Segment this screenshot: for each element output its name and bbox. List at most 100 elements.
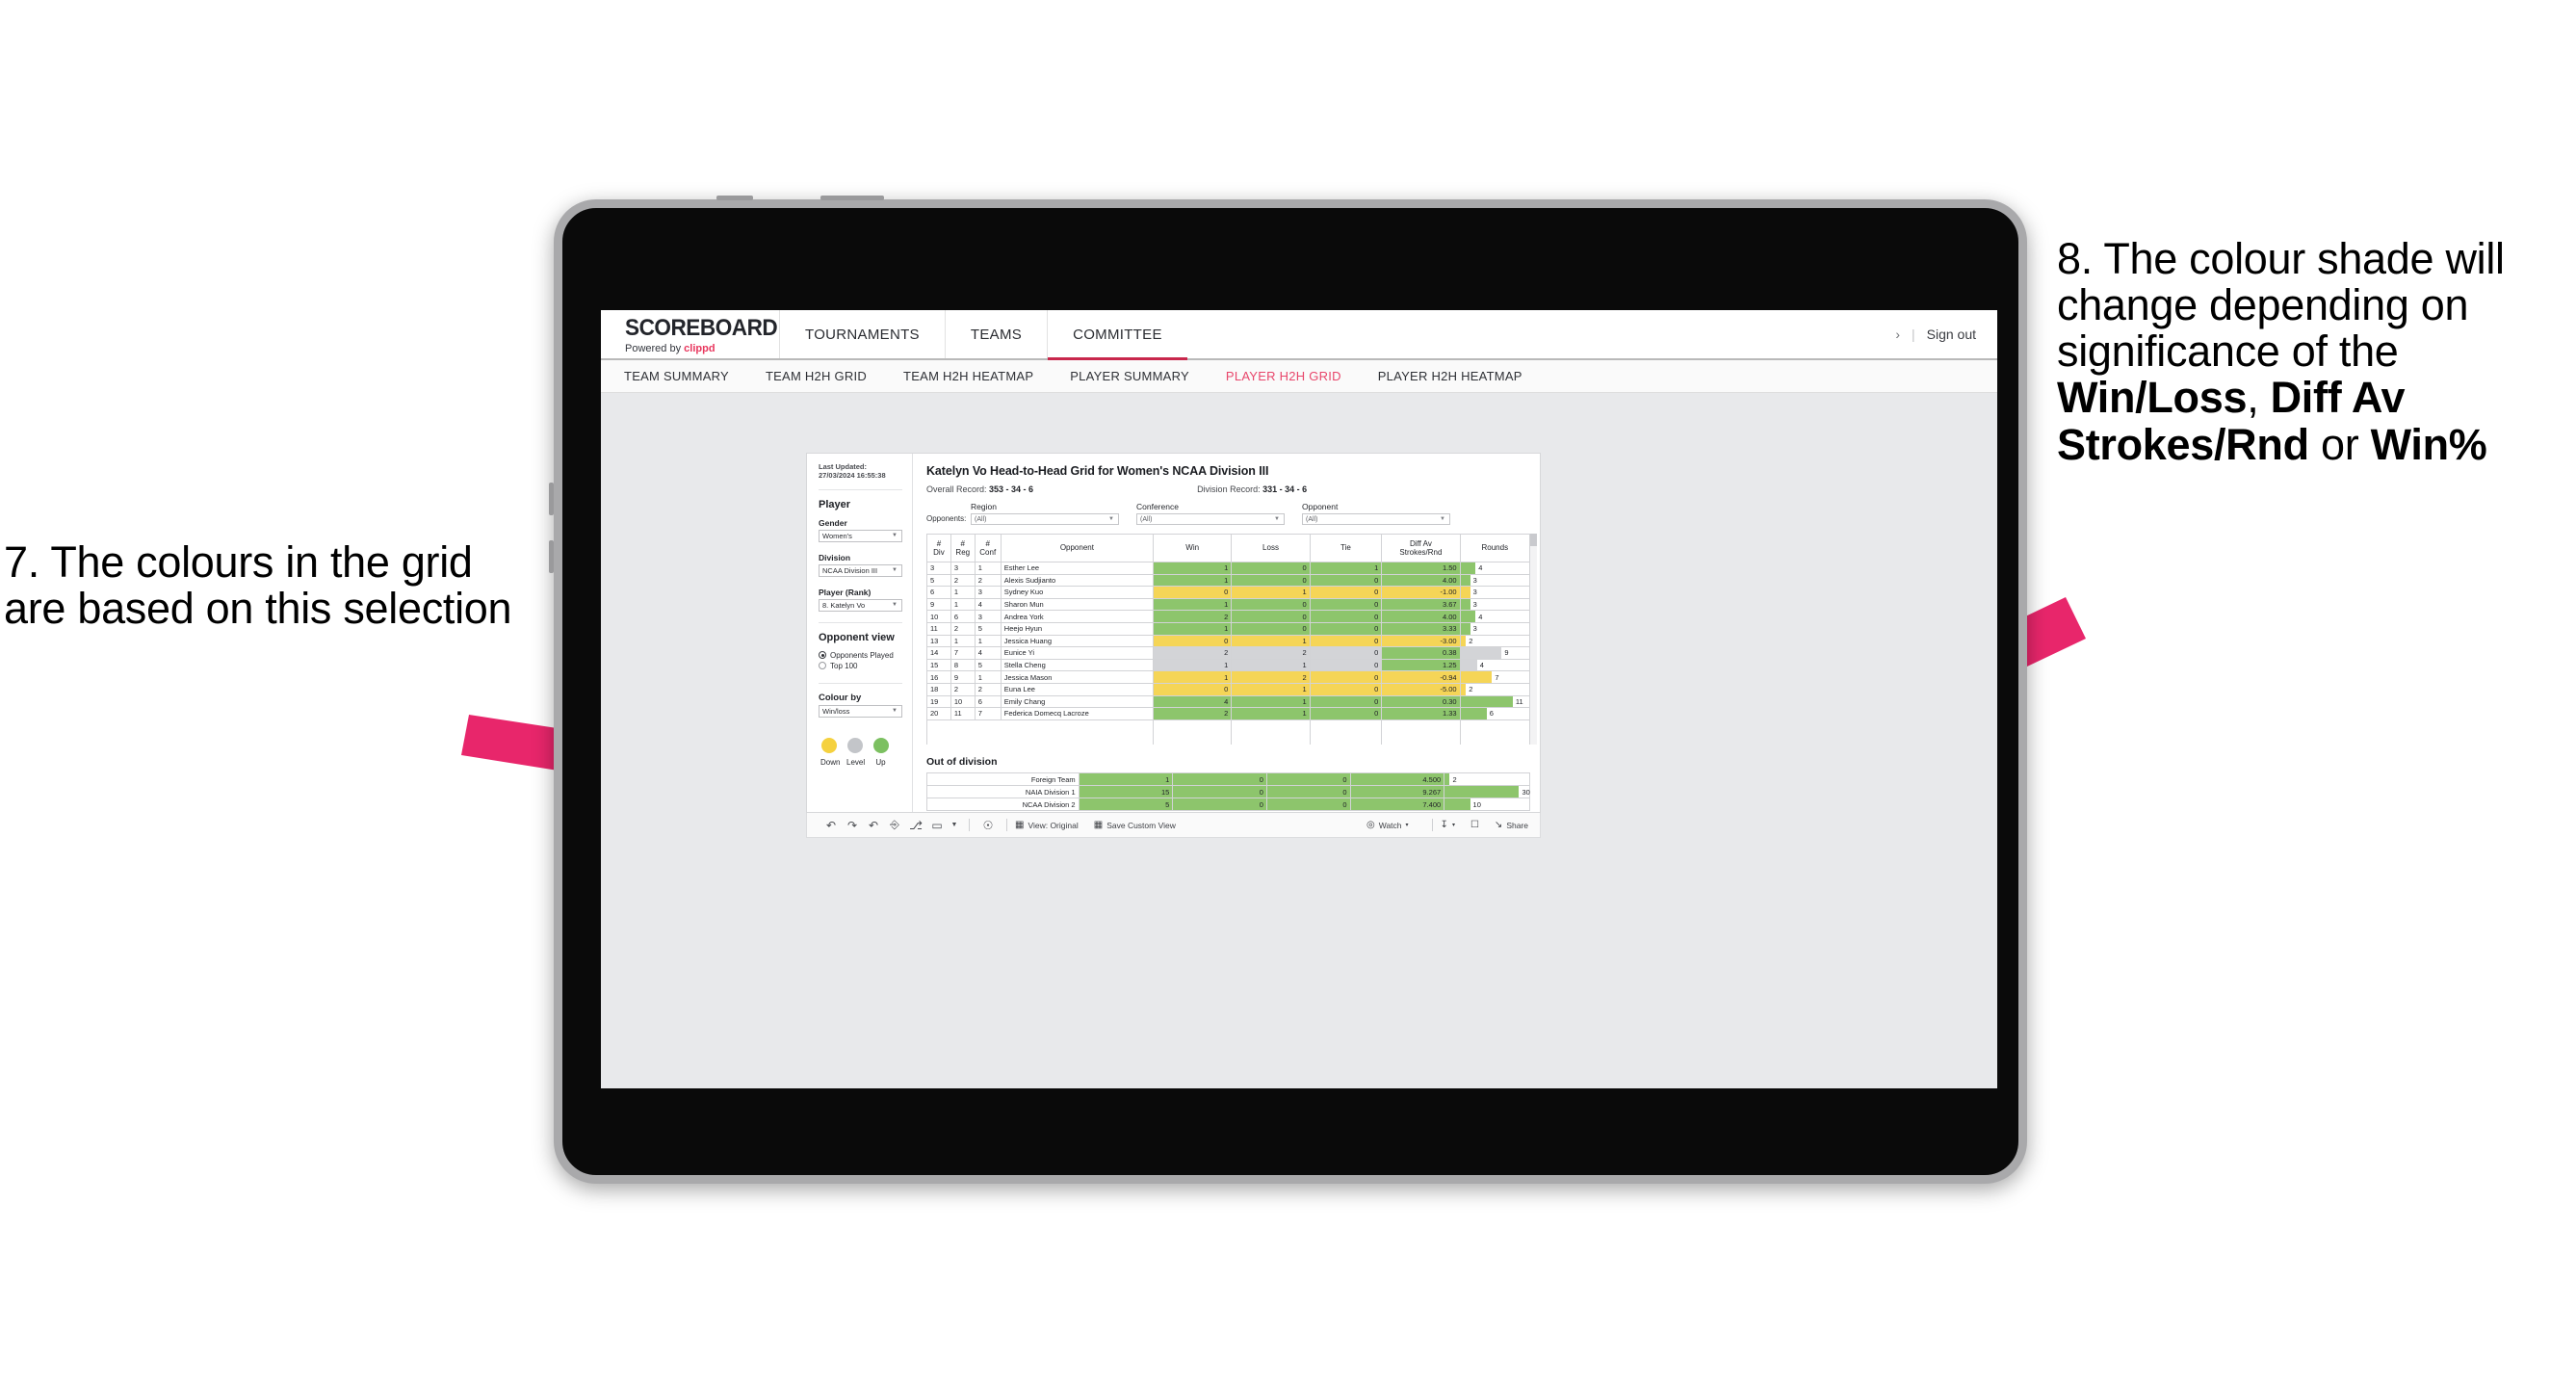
col-win: Win [1152, 534, 1233, 562]
pause-updates-icon[interactable]: ⎇ [905, 819, 926, 832]
redo-icon[interactable]: ↷ [842, 819, 863, 832]
chevron-down-icon[interactable]: ▼ [948, 822, 961, 828]
app-header: SCOREBOARD Powered by clippd TOURNAMENTS… [601, 310, 1997, 360]
cell-opponent: Federica Domecq Lacroze [1000, 707, 1154, 720]
out-of-division-row[interactable]: NAIA Division 1 15 0 0 9.267 30 [926, 785, 1530, 799]
table-scrollbar-track[interactable] [1530, 534, 1537, 745]
cell-div: 11 [926, 621, 951, 636]
cell-conf: 4 [974, 597, 1002, 612]
nav-teams[interactable]: TEAMS [944, 310, 1047, 358]
view-original-button[interactable]: ▦ View: Original [1015, 820, 1079, 830]
table-row[interactable]: 5 2 2 Alexis Sudjianto 1 0 0 4.00 3 [926, 573, 1531, 588]
subnav-player-h2h-heatmap[interactable]: PLAYER H2H HEATMAP [1378, 369, 1522, 383]
region-label: Region [971, 502, 997, 511]
refresh-data-icon[interactable]: ⎆ [884, 818, 905, 832]
fullscreen-button[interactable]: ☐ [1470, 820, 1479, 830]
chevron-down-icon: ▼ [1108, 516, 1114, 522]
cell-win: 0 [1152, 682, 1233, 696]
cell-opponent: Emily Chang [1000, 694, 1154, 709]
chevron-down-icon: ▾ [1405, 823, 1409, 828]
chevron-right-icon[interactable]: › [1895, 327, 1900, 342]
alert-icon[interactable]: ☉ [977, 819, 999, 832]
subnav-team-summary[interactable]: TEAM SUMMARY [624, 369, 729, 383]
table-row[interactable]: 20 11 7 Federica Domecq Lacroze 2 1 0 1.33 6 [926, 707, 1531, 720]
opponent-select[interactable]: (All) ▼ [1302, 513, 1450, 525]
gender-select[interactable]: Women's ▼ [819, 529, 902, 542]
table-row[interactable]: 3 3 1 Esther Lee 1 0 1 1.50 4 [926, 562, 1531, 575]
region-select[interactable]: (All) ▼ [971, 513, 1119, 525]
radio-opponents-played[interactable]: Opponents Played [819, 651, 902, 660]
cell-rounds: 6 [1459, 707, 1531, 720]
chevron-down-icon: ▼ [892, 602, 898, 609]
col-tie: Tie [1309, 534, 1383, 562]
opponent-view-heading: Opponent view [819, 631, 895, 643]
colour-by-select[interactable]: Win/loss ▼ [819, 704, 902, 718]
share-button[interactable]: ↘ Share [1495, 820, 1528, 830]
annotation-bold-winloss: Win/Loss [2057, 373, 2248, 423]
radio-top-100[interactable]: Top 100 [819, 662, 902, 670]
subnav-player-h2h-grid[interactable]: PLAYER H2H GRID [1226, 369, 1341, 383]
annotation-bold-winpct: Win% [2370, 419, 2487, 469]
cell-reg: 11 [950, 707, 976, 720]
cell-loss: 1 [1231, 694, 1311, 709]
table-row[interactable]: 19 10 6 Emily Chang 4 1 0 0.30 11 [926, 694, 1531, 709]
subnav-team-h2h-heatmap[interactable]: TEAM H2H HEATMAP [903, 369, 1033, 383]
cell-rounds: 4 [1459, 610, 1531, 623]
conference-select[interactable]: (All) ▼ [1136, 513, 1285, 525]
conference-label: Conference [1136, 502, 1179, 511]
radio-icon-unselected [819, 662, 826, 670]
nav-tournaments[interactable]: TOURNAMENTS [779, 310, 945, 358]
overall-record-value: 353 - 34 - 6 [989, 484, 1034, 494]
nav-committee[interactable]: COMMITTEE [1047, 310, 1187, 360]
table-scrollbar-thumb[interactable] [1530, 534, 1537, 546]
table-row[interactable]: 11 2 5 Heejo Hyun 1 0 0 3.33 3 [926, 621, 1531, 636]
table-row[interactable]: 10 6 3 Andrea York 2 0 0 4.00 4 [926, 610, 1531, 623]
legend-dot-down [820, 737, 837, 753]
undo-icon[interactable]: ↶ [820, 819, 842, 832]
subnav-player-summary[interactable]: PLAYER SUMMARY [1070, 369, 1189, 383]
table-row[interactable]: 13 1 1 Jessica Huang 0 1 0 -3.00 2 [926, 634, 1531, 648]
tablet-screen: SCOREBOARD Powered by clippd TOURNAMENTS… [601, 310, 1997, 1088]
table-row[interactable]: 14 7 4 Eunice Yi 2 2 0 0.38 9 [926, 646, 1531, 660]
out-of-division-row[interactable]: Foreign Team 1 0 0 4.500 2 [926, 772, 1530, 787]
highlight-icon[interactable]: ▭ [926, 819, 948, 832]
watch-button[interactable]: ◎ Watch ▾ [1366, 820, 1409, 830]
workspace: Last Updated: 27/03/2024 16:55:38 Player… [601, 393, 1997, 1086]
cell-loss: 0 [1231, 610, 1311, 623]
chevron-down-icon: ▼ [892, 567, 898, 574]
cell-loss: 1 [1231, 634, 1311, 648]
legend-item-level: Level [846, 737, 865, 767]
out-of-division-row[interactable]: NCAA Division 2 5 0 0 7.400 10 [926, 798, 1530, 812]
cell-diff: 3.67 [1381, 597, 1461, 612]
cell-tie: 0 [1309, 586, 1383, 599]
cell-ood-win: 5 [1078, 798, 1174, 812]
cell-diff: 4.00 [1381, 573, 1461, 588]
sign-out-link[interactable]: Sign out [1927, 327, 1976, 342]
table-row[interactable]: 9 1 4 Sharon Mun 1 0 0 3.67 3 [926, 597, 1531, 612]
subnav-team-h2h-grid[interactable]: TEAM H2H GRID [766, 369, 867, 383]
brand-clippd: clippd [684, 343, 716, 354]
table-row[interactable]: 18 2 2 Euna Lee 0 1 0 -5.00 2 [926, 682, 1531, 696]
revert-icon[interactable]: ↶ [863, 819, 884, 832]
cell-diff: 1.25 [1381, 658, 1461, 672]
cell-win: 1 [1152, 658, 1233, 672]
cell-reg: 7 [950, 646, 976, 660]
player-rank-select[interactable]: 8. Katelyn Vo ▼ [819, 598, 902, 612]
player-rank-value: 8. Katelyn Vo [822, 600, 866, 610]
division-label: Division [819, 552, 851, 562]
table-row[interactable]: 6 1 3 Sydney Kuo 0 1 0 -1.00 3 [926, 586, 1531, 599]
cell-tie: 0 [1309, 670, 1383, 684]
view-icon: ▦ [1015, 820, 1025, 830]
table-row[interactable]: 15 8 5 Stella Cheng 1 1 0 1.25 4 [926, 658, 1531, 672]
save-custom-view-button[interactable]: ▦ Save Custom View [1094, 820, 1176, 830]
cell-loss: 1 [1231, 682, 1311, 696]
col-rounds: Rounds [1459, 534, 1531, 562]
chevron-down-icon: ▼ [892, 708, 898, 715]
table-row[interactable]: 16 9 1 Jessica Mason 1 2 0 -0.94 7 [926, 670, 1531, 684]
col-conf: # Conf [974, 534, 1002, 562]
legend-dot-level [846, 737, 863, 753]
cell-win: 1 [1152, 562, 1233, 575]
division-select[interactable]: NCAA Division III ▼ [819, 563, 902, 577]
cell-rounds: 4 [1459, 562, 1531, 575]
download-button[interactable]: ↧ ▾ [1441, 820, 1455, 830]
